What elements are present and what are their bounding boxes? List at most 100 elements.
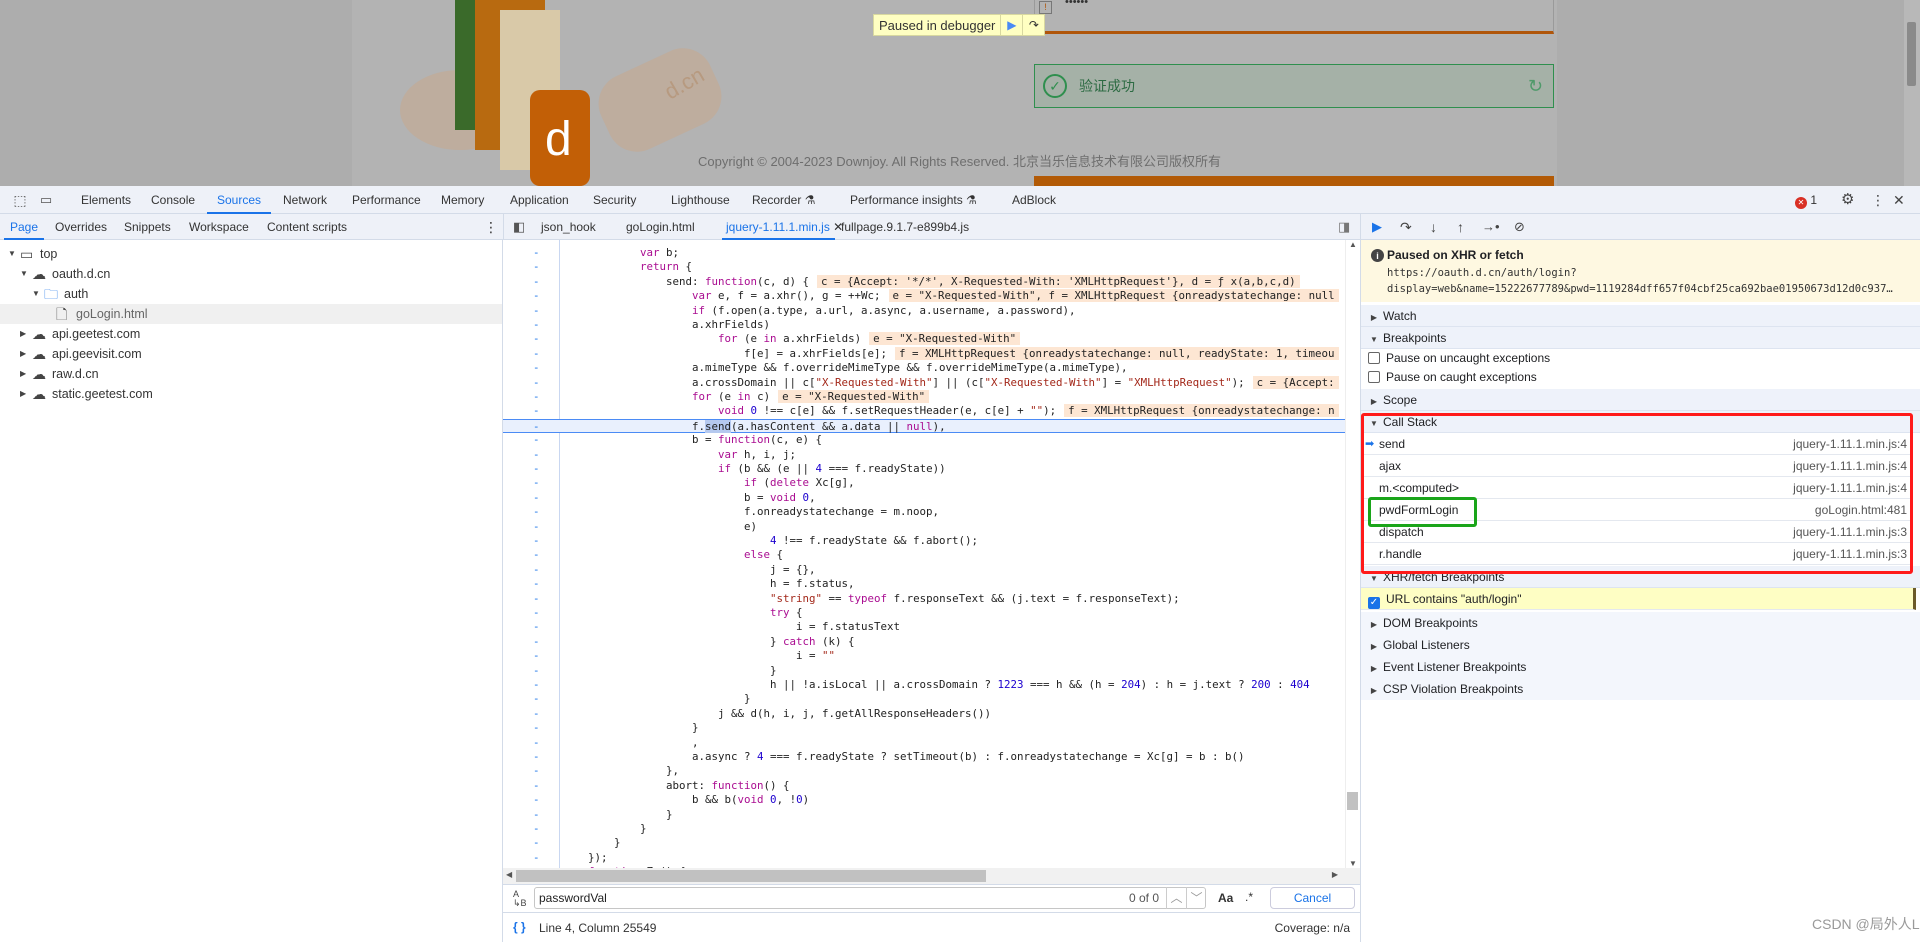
editor-vertical-scrollbar[interactable]: ▲ ▼	[1345, 240, 1360, 868]
gutter-marker[interactable]: -	[533, 606, 540, 620]
pause-caught-option[interactable]: Pause on caught exceptions	[1361, 368, 1920, 387]
code-line[interactable]: - }	[503, 836, 1345, 850]
gutter-marker[interactable]: -	[533, 649, 540, 663]
tree-item[interactable]: ▶ ☁ static.geetest.com	[0, 384, 502, 404]
code-line[interactable]: - if (b && (e || 4 === f.readyState))	[503, 462, 1345, 476]
scroll-down-icon[interactable]: ▼	[1349, 859, 1357, 868]
match-case-button[interactable]: Aa	[1218, 891, 1233, 905]
step-into-icon[interactable]: ↓	[1430, 214, 1437, 240]
code-line[interactable]: - else {	[503, 548, 1345, 562]
code-line[interactable]: - abort: function() {	[503, 779, 1345, 793]
tree-item[interactable]: ▼ ☁ oauth.d.cn	[0, 264, 502, 284]
code-line[interactable]: - a.async ? 4 === f.readyState ? setTime…	[503, 750, 1345, 764]
code-line[interactable]: - });	[503, 851, 1345, 865]
expand-triangle-icon[interactable]: ▶	[20, 384, 26, 404]
tab-console[interactable]: Console	[151, 186, 195, 214]
code-line[interactable]: - j = {},	[503, 563, 1345, 577]
xhr-breakpoint-rule[interactable]: ✓ URL contains "auth/login"	[1361, 588, 1916, 610]
gutter-marker[interactable]: -	[533, 404, 540, 418]
gutter-marker[interactable]: -	[533, 678, 540, 692]
code-line[interactable]: - for (e in a.xhrFields) e = "X-Requested…	[503, 332, 1345, 346]
editor-tab-json-hook[interactable]: json_hook	[541, 214, 596, 240]
collapse-triangle-icon[interactable]: ▼	[32, 284, 40, 304]
code-line[interactable]: - var e, f = a.xhr(), g = ++Wc; e = "X-Re…	[503, 289, 1345, 303]
tab-memory[interactable]: Memory	[441, 186, 484, 214]
gutter-marker[interactable]: -	[533, 361, 540, 375]
code-line[interactable]: - ,	[503, 736, 1345, 750]
step-out-icon[interactable]: ↑	[1457, 214, 1464, 240]
gutter-marker[interactable]: -	[533, 505, 540, 519]
collapse-triangle-icon[interactable]: ▼	[20, 264, 28, 284]
device-toolbar-icon[interactable]: ▭	[36, 186, 56, 214]
editor-vertical-scrollbar-thumb[interactable]	[1347, 792, 1358, 810]
code-line[interactable]: - b && b(void 0, !0)	[503, 793, 1345, 807]
gutter-marker[interactable]: -	[533, 376, 540, 390]
toggle-debugger-icon[interactable]: ◨	[1338, 214, 1350, 240]
code-line[interactable]: - j && d(h, i, j, f.getAllResponseHeader…	[503, 707, 1345, 721]
code-line[interactable]: - a.crossDomain || c["X-Requested-With"]…	[503, 375, 1345, 390]
resume-script-icon[interactable]: ▶	[1372, 214, 1382, 240]
gutter-marker[interactable]: -	[533, 563, 540, 577]
tab-sources[interactable]: Sources	[207, 186, 272, 214]
nav-tab-content-scripts[interactable]: Content scripts	[267, 214, 347, 240]
deactivate-breakpoints-icon[interactable]: ⊘	[1514, 214, 1525, 240]
section-event-listener-breakpoints[interactable]: ▶ Event Listener Breakpoints	[1361, 656, 1920, 678]
tab-performance[interactable]: Performance	[352, 186, 421, 214]
code-line[interactable]: - },	[503, 764, 1345, 778]
search-input[interactable]	[534, 887, 1206, 909]
code-line[interactable]: - 4 !== f.readyState && f.abort();	[503, 534, 1345, 548]
gutter-marker[interactable]: -	[533, 664, 540, 678]
gutter-marker[interactable]: -	[533, 577, 540, 591]
gutter-marker[interactable]: -	[533, 332, 540, 346]
tree-item[interactable]: ▶ ☁ api.geetest.com	[0, 324, 502, 344]
code-line[interactable]: - "string" == typeof f.responseText && (…	[503, 592, 1345, 606]
cancel-search-button[interactable]: Cancel	[1270, 887, 1355, 909]
page-scrollbar-thumb[interactable]	[1907, 22, 1916, 86]
step-icon[interactable]: →•	[1482, 214, 1500, 240]
gutter-marker[interactable]: -	[533, 851, 540, 865]
collapse-triangle-icon[interactable]: ▼	[8, 244, 16, 264]
code-line[interactable]: - b = void 0,	[503, 491, 1345, 505]
gutter-marker[interactable]: -	[533, 491, 540, 505]
nav-tab-page[interactable]: Page	[4, 214, 45, 240]
scroll-up-icon[interactable]: ▲	[1349, 240, 1357, 249]
code-line[interactable]: - var h, i, j;	[503, 448, 1345, 462]
pause-caught-checkbox[interactable]	[1368, 371, 1380, 383]
nav-tab-workspace[interactable]: Workspace	[189, 214, 249, 240]
pretty-print-icon[interactable]: { }	[513, 920, 526, 934]
replace-toggle-icon[interactable]: A ↳B	[513, 890, 527, 908]
tab-elements[interactable]: Elements	[81, 186, 131, 214]
gutter-marker[interactable]: -	[533, 836, 540, 850]
tab-performance-insights[interactable]: Performance insights ⚗	[850, 186, 977, 214]
gutter-marker[interactable]: -	[533, 736, 540, 750]
code-line[interactable]: - if (f.open(a.type, a.url, a.async, a.u…	[503, 304, 1345, 318]
tab-lighthouse[interactable]: Lighthouse	[671, 186, 730, 214]
next-match-icon[interactable]: ﹀	[1186, 887, 1206, 909]
error-counter[interactable]: ✕ 1	[1795, 186, 1817, 214]
tab-network[interactable]: Network	[283, 186, 327, 214]
gutter-marker[interactable]: -	[533, 707, 540, 721]
nav-tab-snippets[interactable]: Snippets	[124, 214, 171, 240]
code-line[interactable]: - return {	[503, 260, 1345, 274]
gutter-marker[interactable]: -	[533, 462, 540, 476]
gutter-marker[interactable]: -	[533, 390, 540, 404]
code-line[interactable]: - }	[503, 664, 1345, 678]
section-dom-breakpoints[interactable]: ▶ DOM Breakpoints	[1361, 612, 1920, 634]
gutter-marker[interactable]: -	[533, 779, 540, 793]
code-line[interactable]: - } catch (k) {	[503, 635, 1345, 649]
code-line[interactable]: - e)	[503, 520, 1345, 534]
gutter-marker[interactable]: -	[533, 347, 540, 361]
editor-horizontal-scrollbar-thumb[interactable]	[516, 870, 986, 882]
gutter-marker[interactable]: -	[533, 448, 540, 462]
gutter-marker[interactable]: -	[533, 822, 540, 836]
resume-icon[interactable]: ▶	[1000, 15, 1022, 35]
tree-item[interactable]: ▶ ☁ api.geevisit.com	[0, 344, 502, 364]
gutter-marker[interactable]: -	[533, 304, 540, 318]
code-line[interactable]: - }	[503, 808, 1345, 822]
editor-tab-gologin[interactable]: goLogin.html	[626, 214, 695, 240]
code-line[interactable]: - f[e] = a.xhrFields[e]; f = XMLHttpReque…	[503, 346, 1345, 361]
gutter-marker[interactable]: -	[533, 793, 540, 807]
expand-triangle-icon[interactable]: ▶	[20, 344, 26, 364]
section-global-listeners[interactable]: ▶ Global Listeners	[1361, 634, 1920, 656]
code-line[interactable]: - for (e in c) e = "X-Requested-With"	[503, 390, 1345, 404]
